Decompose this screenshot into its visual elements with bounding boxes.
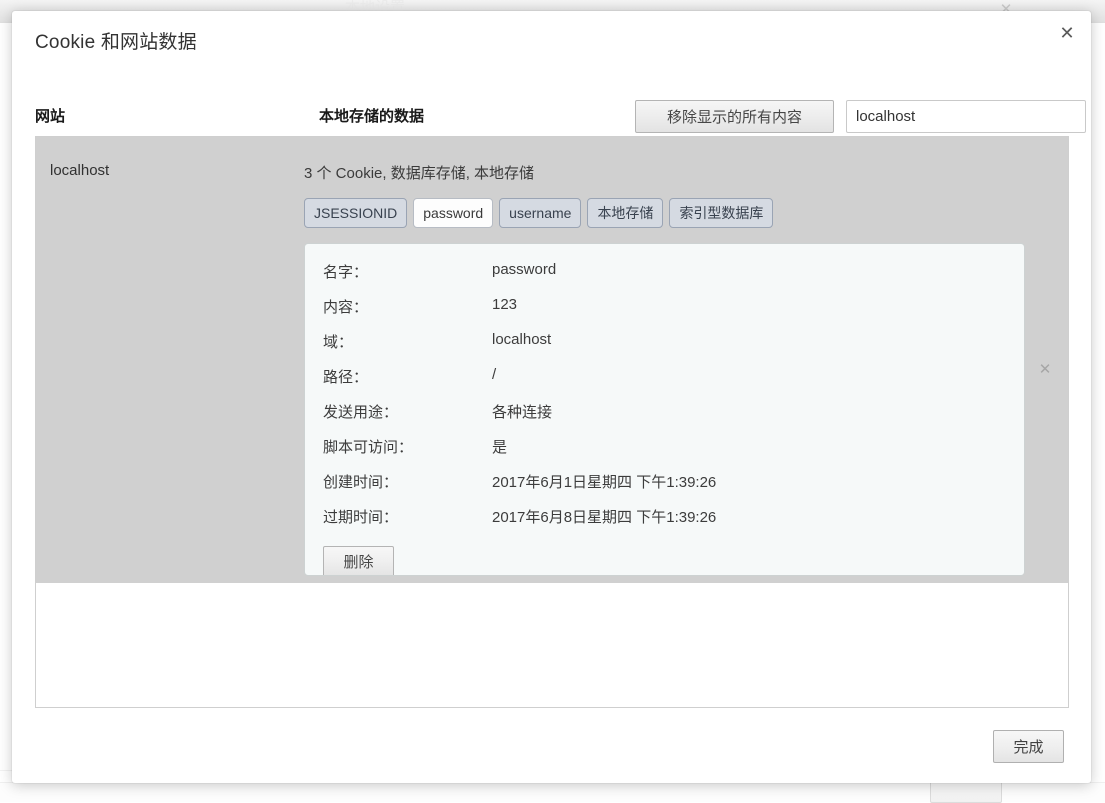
detail-value: localhost (492, 331, 551, 348)
detail-label: 名字： (305, 261, 492, 282)
site-data-list: localhost 3 个 Cookie, 数据库存储, 本地存储 ✕ JSES… (35, 136, 1069, 708)
detail-row-name: 名字： password (305, 261, 1024, 296)
detail-value: 各种连接 (492, 401, 552, 422)
detail-label: 域： (305, 331, 492, 352)
detail-row-content: 内容： 123 (305, 296, 1024, 331)
chip-password[interactable]: password (413, 198, 493, 228)
detail-label: 发送用途： (305, 401, 492, 422)
detail-row-domain: 域： localhost (305, 331, 1024, 366)
detail-row-created: 创建时间： 2017年6月1日星期四 下午1:39:26 (305, 471, 1024, 506)
detail-label: 内容： (305, 296, 492, 317)
detail-label: 创建时间： (305, 471, 492, 492)
chip-local-storage[interactable]: 本地存储 (587, 198, 663, 228)
delete-cookie-button[interactable]: 删除 (323, 546, 394, 576)
detail-label: 过期时间： (305, 506, 492, 527)
detail-row-path: 路径： / (305, 366, 1024, 401)
detail-row-send-for: 发送用途： 各种连接 (305, 401, 1024, 436)
detail-value: / (492, 366, 496, 383)
cookie-detail-panel: 名字： password 内容： 123 域： localhost 路径： / … (304, 243, 1025, 576)
detail-value: password (492, 261, 556, 278)
row-data-summary: 3 个 Cookie, 数据库存储, 本地存储 (304, 162, 534, 183)
cookies-and-site-data-dialog: Cookie 和网站数据 ✕ 网站 本地存储的数据 移除显示的所有内容 loca… (12, 11, 1091, 783)
storage-item-chips: JSESSIONID password username 本地存储 索引型数据库 (304, 198, 773, 228)
close-icon[interactable]: ✕ (1053, 20, 1081, 48)
chip-indexed-database[interactable]: 索引型数据库 (669, 198, 773, 228)
detail-value: 123 (492, 296, 517, 313)
detail-value: 2017年6月8日星期四 下午1:39:26 (492, 506, 716, 527)
remove-all-shown-button[interactable]: 移除显示的所有内容 (635, 100, 834, 133)
table-row[interactable]: localhost 3 个 Cookie, 数据库存储, 本地存储 ✕ JSES… (36, 137, 1068, 583)
search-input[interactable] (846, 100, 1086, 133)
detail-value: 是 (492, 436, 507, 457)
column-header-site: 网站 (35, 105, 65, 126)
chip-username[interactable]: username (499, 198, 581, 228)
column-header-data: 本地存储的数据 (319, 105, 424, 126)
row-site-name: localhost (50, 162, 109, 179)
detail-value: 2017年6月1日星期四 下午1:39:26 (492, 471, 716, 492)
row-remove-icon[interactable]: ✕ (1036, 360, 1054, 378)
done-button[interactable]: 完成 (993, 730, 1064, 763)
detail-row-accessible-to-script: 脚本可访问： 是 (305, 436, 1024, 471)
dialog-title: Cookie 和网站数据 (35, 27, 197, 54)
dialog-toolbar: 网站 本地存储的数据 移除显示的所有内容 (35, 88, 1068, 132)
detail-row-expires: 过期时间： 2017年6月8日星期四 下午1:39:26 (305, 506, 1024, 541)
detail-label: 脚本可访问： (305, 436, 492, 457)
chip-jsessionid[interactable]: JSESSIONID (304, 198, 407, 228)
detail-label: 路径： (305, 366, 492, 387)
